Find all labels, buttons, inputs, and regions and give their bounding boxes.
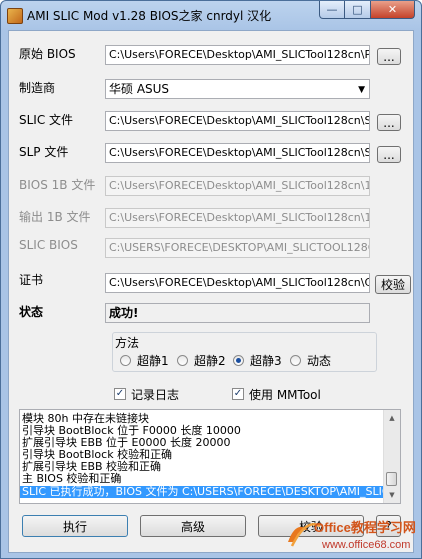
- vendor-label: 制造商: [19, 81, 56, 95]
- slic-path-field[interactable]: C:\Users\FORECE\Desktop\AMI_SLICTool128c…: [105, 111, 370, 131]
- advanced-button[interactable]: 高级: [140, 515, 246, 537]
- slic-browse-button[interactable]: ...: [377, 114, 401, 131]
- vendor-select[interactable]: 华硕 ASUS ▼: [105, 79, 370, 99]
- minimize-icon: —: [326, 3, 338, 16]
- window-title: AMI SLIC Mod v1.28 BIOS之家 cnrdyl 汉化: [27, 9, 272, 23]
- scroll-down-icon[interactable]: ▼: [384, 487, 400, 503]
- method-radio-2[interactable]: [177, 355, 188, 366]
- bios1b-path-field: C:\Users\FORECE\Desktop\AMI_SLICTool128c…: [105, 176, 370, 196]
- minimize-button[interactable]: —: [319, 1, 345, 19]
- method-radio-3[interactable]: [233, 355, 244, 366]
- bios-browse-button[interactable]: ...: [377, 48, 401, 65]
- app-icon: [7, 8, 23, 24]
- out1b-path-field: C:\Users\FORECE\Desktop\AMI_SLICTool128c…: [105, 208, 370, 228]
- slic-bios-path-field: C:\USERS\FORECE\DESKTOP\AMI_SLICTOOL128C…: [105, 238, 370, 258]
- slp-path-field[interactable]: C:\Users\FORECE\Desktop\AMI_SLICTool128c…: [105, 143, 370, 163]
- close-button[interactable]: ✕: [371, 1, 415, 19]
- log-line: 主 BIOS 校验和正确: [22, 472, 122, 485]
- watermark-url: www.office68.com: [321, 539, 410, 551]
- watermark-brand: Office教程学习网: [314, 520, 416, 535]
- log-scrollbar[interactable]: ▲ ▼: [383, 410, 400, 503]
- method-option-4-label: 动态: [307, 354, 332, 368]
- main-window: AMI SLIC Mod v1.28 BIOS之家 cnrdyl 汉化 — □ …: [0, 0, 422, 559]
- maximize-icon: □: [352, 3, 363, 16]
- slp-label: SLP 文件: [19, 145, 69, 159]
- status-label: 状态: [19, 305, 44, 319]
- slp-browse-button[interactable]: ...: [377, 146, 401, 163]
- mmtool-checkbox-label: 使用 MMTool: [249, 388, 321, 402]
- cert-path-field[interactable]: C:\Users\FORECE\Desktop\AMI_SLICTool128c…: [105, 273, 370, 293]
- method-option-2-label: 超静2: [194, 354, 226, 368]
- dropdown-arrow-icon: ▼: [358, 85, 365, 95]
- watermark-logo: Office教程学习网 www.office68.com: [288, 520, 416, 551]
- log-listbox[interactable]: 模块 80h 中存在未链接块 引导块 BootBlock 位于 F0000 长度…: [19, 409, 401, 504]
- scroll-up-icon[interactable]: ▲: [384, 410, 400, 426]
- cert-label: 证书: [19, 273, 44, 287]
- slic-bios-label: SLIC BIOS: [19, 238, 78, 252]
- log-checkbox[interactable]: ✓: [114, 388, 126, 400]
- maximize-button[interactable]: □: [345, 1, 371, 19]
- cert-verify-button[interactable]: 校验: [375, 275, 411, 294]
- method-option-3-label: 超静3: [250, 354, 282, 368]
- bios-label: 原始 BIOS: [19, 47, 76, 61]
- scroll-thumb[interactable]: [386, 472, 397, 486]
- run-button[interactable]: 执行: [22, 515, 128, 537]
- method-option-1-label: 超静1: [137, 354, 169, 368]
- client-area: 原始 BIOS C:\Users\FORECE\Desktop\AMI_SLIC…: [8, 30, 414, 553]
- bios1b-label: BIOS 1B 文件: [19, 178, 96, 192]
- vendor-selected-value: 华硕 ASUS: [109, 82, 170, 96]
- mmtool-checkbox[interactable]: ✓: [232, 388, 244, 400]
- log-checkbox-label: 记录日志: [131, 388, 180, 402]
- status-value: 成功!: [105, 303, 370, 323]
- close-icon: ✕: [387, 3, 398, 16]
- method-radio-4[interactable]: [290, 355, 301, 366]
- log-line-selected[interactable]: SLIC 已执行成功，BIOS 文件为 C:\USERS\FORECE\DESK…: [20, 486, 400, 498]
- bios-path-field[interactable]: C:\Users\FORECE\Desktop\AMI_SLICTool128c…: [105, 45, 370, 65]
- slic-label: SLIC 文件: [19, 113, 74, 127]
- title-bar[interactable]: AMI SLIC Mod v1.28 BIOS之家 cnrdyl 汉化 — □ …: [1, 1, 421, 29]
- method-radio-1[interactable]: [120, 355, 131, 366]
- out1b-label: 输出 1B 文件: [19, 210, 91, 224]
